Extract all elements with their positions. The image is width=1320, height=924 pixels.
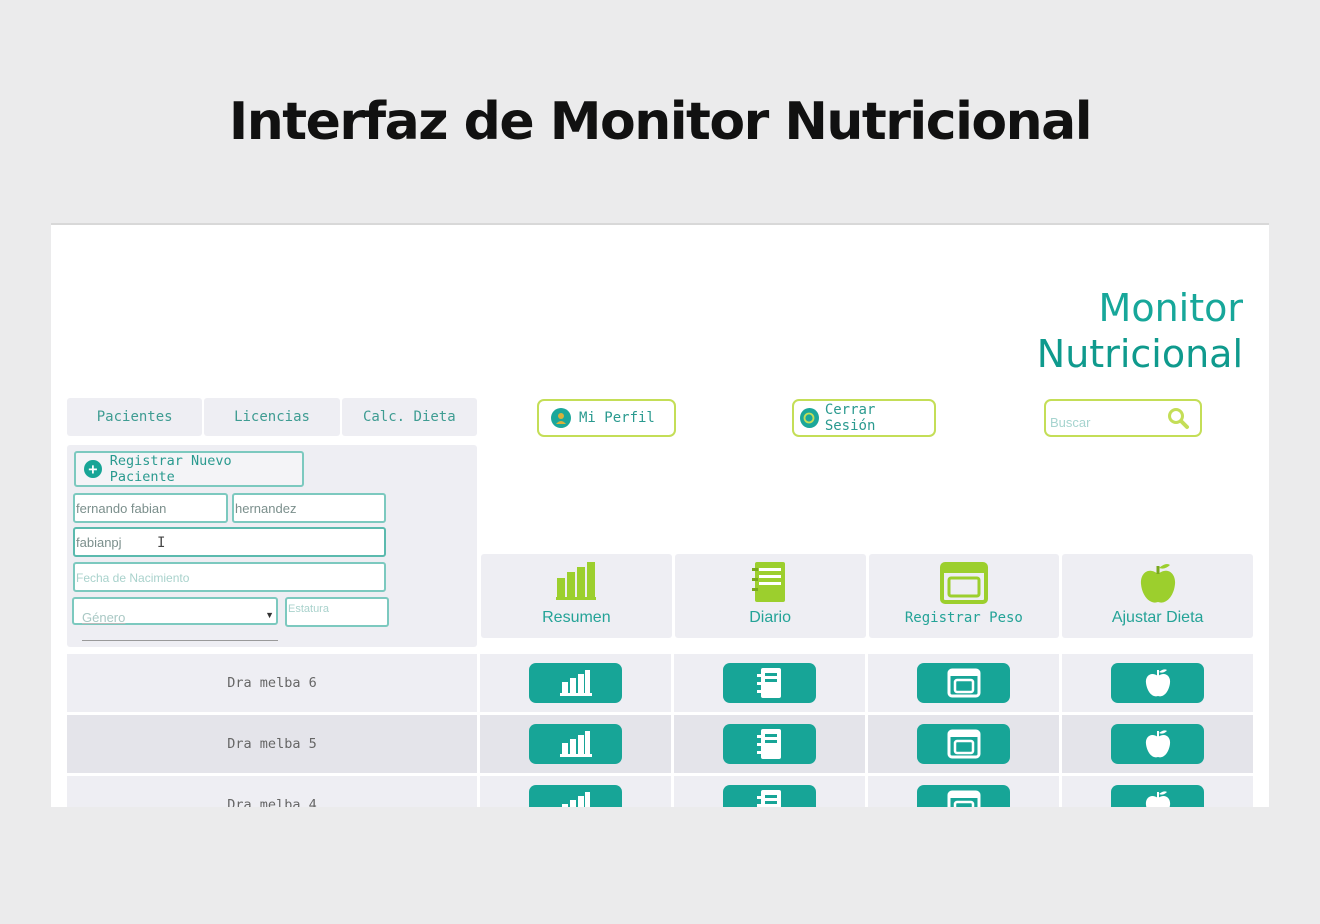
username-value: fabianpj — [76, 535, 122, 550]
profile-label: Mi Perfil — [579, 410, 655, 426]
diet-button[interactable] — [1111, 724, 1204, 764]
table-row: Dra melba 5 — [67, 715, 1253, 773]
apple-icon — [1145, 791, 1170, 807]
dropdown-arrow-icon: ▼ — [265, 610, 274, 620]
search-placeholder: Buscar — [1050, 415, 1091, 430]
slide-title: Interfaz de Monitor Nutricional — [228, 92, 1093, 152]
last-name-field[interactable]: hernandez — [232, 493, 386, 523]
feature-label: Resumen — [542, 609, 611, 626]
weight-button[interactable] — [917, 785, 1010, 807]
apple-icon — [1138, 562, 1178, 611]
register-patient-button[interactable]: + Registrar Nuevo Paciente — [74, 451, 304, 487]
tab-pacientes[interactable]: Pacientes — [67, 398, 203, 436]
brand-logo: Monitor Nutricional — [1037, 285, 1243, 377]
plus-icon: + — [84, 460, 102, 478]
diet-button[interactable] — [1111, 663, 1204, 703]
user-icon — [551, 408, 571, 428]
new-patient-form: + Registrar Nuevo Paciente fernando fabi… — [67, 445, 477, 647]
nav-tabs: Pacientes Licencias Calc. Dieta — [67, 398, 477, 436]
apple-icon — [1145, 730, 1170, 758]
scale-icon — [947, 729, 980, 759]
diary-button[interactable] — [723, 663, 816, 703]
notebook-icon — [756, 668, 781, 698]
gender-placeholder: Género — [82, 610, 126, 625]
summary-button[interactable] — [529, 785, 622, 807]
notebook-icon — [750, 562, 790, 609]
feature-label: Registrar Peso — [904, 610, 1023, 626]
logout-button[interactable]: Cerrar Sesión — [792, 399, 936, 437]
feature-ajustar-dieta[interactable]: Ajustar Dieta — [1062, 554, 1253, 638]
scale-icon — [939, 562, 988, 609]
apple-icon — [1145, 669, 1170, 697]
feature-header: Resumen Diario Registrar Peso Ajustar Di… — [481, 554, 1253, 638]
diary-button[interactable] — [723, 724, 816, 764]
feature-registrar-peso[interactable]: Registrar Peso — [868, 554, 1060, 638]
tab-calc-dieta[interactable]: Calc. Dieta — [341, 398, 477, 436]
text-cursor-icon: I — [157, 535, 166, 551]
gender-select[interactable]: Género ▼ — [72, 597, 278, 625]
bar-chart-icon — [559, 670, 592, 696]
feature-resumen[interactable]: Resumen — [481, 554, 672, 638]
diet-button[interactable] — [1111, 785, 1204, 807]
patient-name: Dra melba 5 — [67, 715, 477, 773]
summary-button[interactable] — [529, 663, 622, 703]
bar-chart-icon — [561, 792, 590, 807]
first-name-field[interactable]: fernando fabian — [73, 493, 228, 523]
scale-icon — [947, 668, 980, 698]
tab-licencias[interactable]: Licencias — [204, 398, 340, 436]
feature-label: Diario — [749, 609, 792, 626]
feature-diario[interactable]: Diario — [674, 554, 866, 638]
patient-name: Dra melba 6 — [67, 654, 477, 712]
profile-button[interactable]: Mi Perfil — [537, 399, 676, 437]
brand-line-1: Monitor — [1098, 286, 1243, 330]
table-row: Dra melba 4 — [67, 776, 1253, 807]
height-field[interactable]: Estatura — [285, 597, 389, 627]
diary-button[interactable] — [723, 785, 816, 807]
summary-button[interactable] — [529, 724, 622, 764]
search-input[interactable]: Buscar — [1044, 399, 1202, 437]
bar-chart-icon — [559, 731, 592, 757]
weight-button[interactable] — [917, 663, 1010, 703]
username-field[interactable]: fabianpj I — [73, 527, 386, 557]
brand-line-2: Nutricional — [1036, 332, 1243, 376]
app-screen: Monitor Nutricional Pacientes Licencias … — [51, 223, 1269, 807]
notebook-icon — [756, 790, 781, 807]
notebook-icon — [756, 729, 781, 759]
scale-icon — [947, 790, 980, 807]
bar-chart-icon — [556, 562, 597, 605]
register-label: Registrar Nuevo Paciente — [109, 453, 232, 485]
table-row: Dra melba 6 — [67, 654, 1253, 712]
divider — [82, 640, 278, 641]
weight-button[interactable] — [917, 724, 1010, 764]
birthdate-field[interactable]: Fecha de Nacimiento — [73, 562, 386, 592]
feature-label: Ajustar Dieta — [1111, 609, 1204, 626]
logout-label: Cerrar Sesión — [824, 402, 876, 434]
power-icon — [800, 408, 819, 428]
search-icon[interactable] — [1166, 406, 1190, 435]
patient-name: Dra melba 4 — [67, 776, 477, 807]
